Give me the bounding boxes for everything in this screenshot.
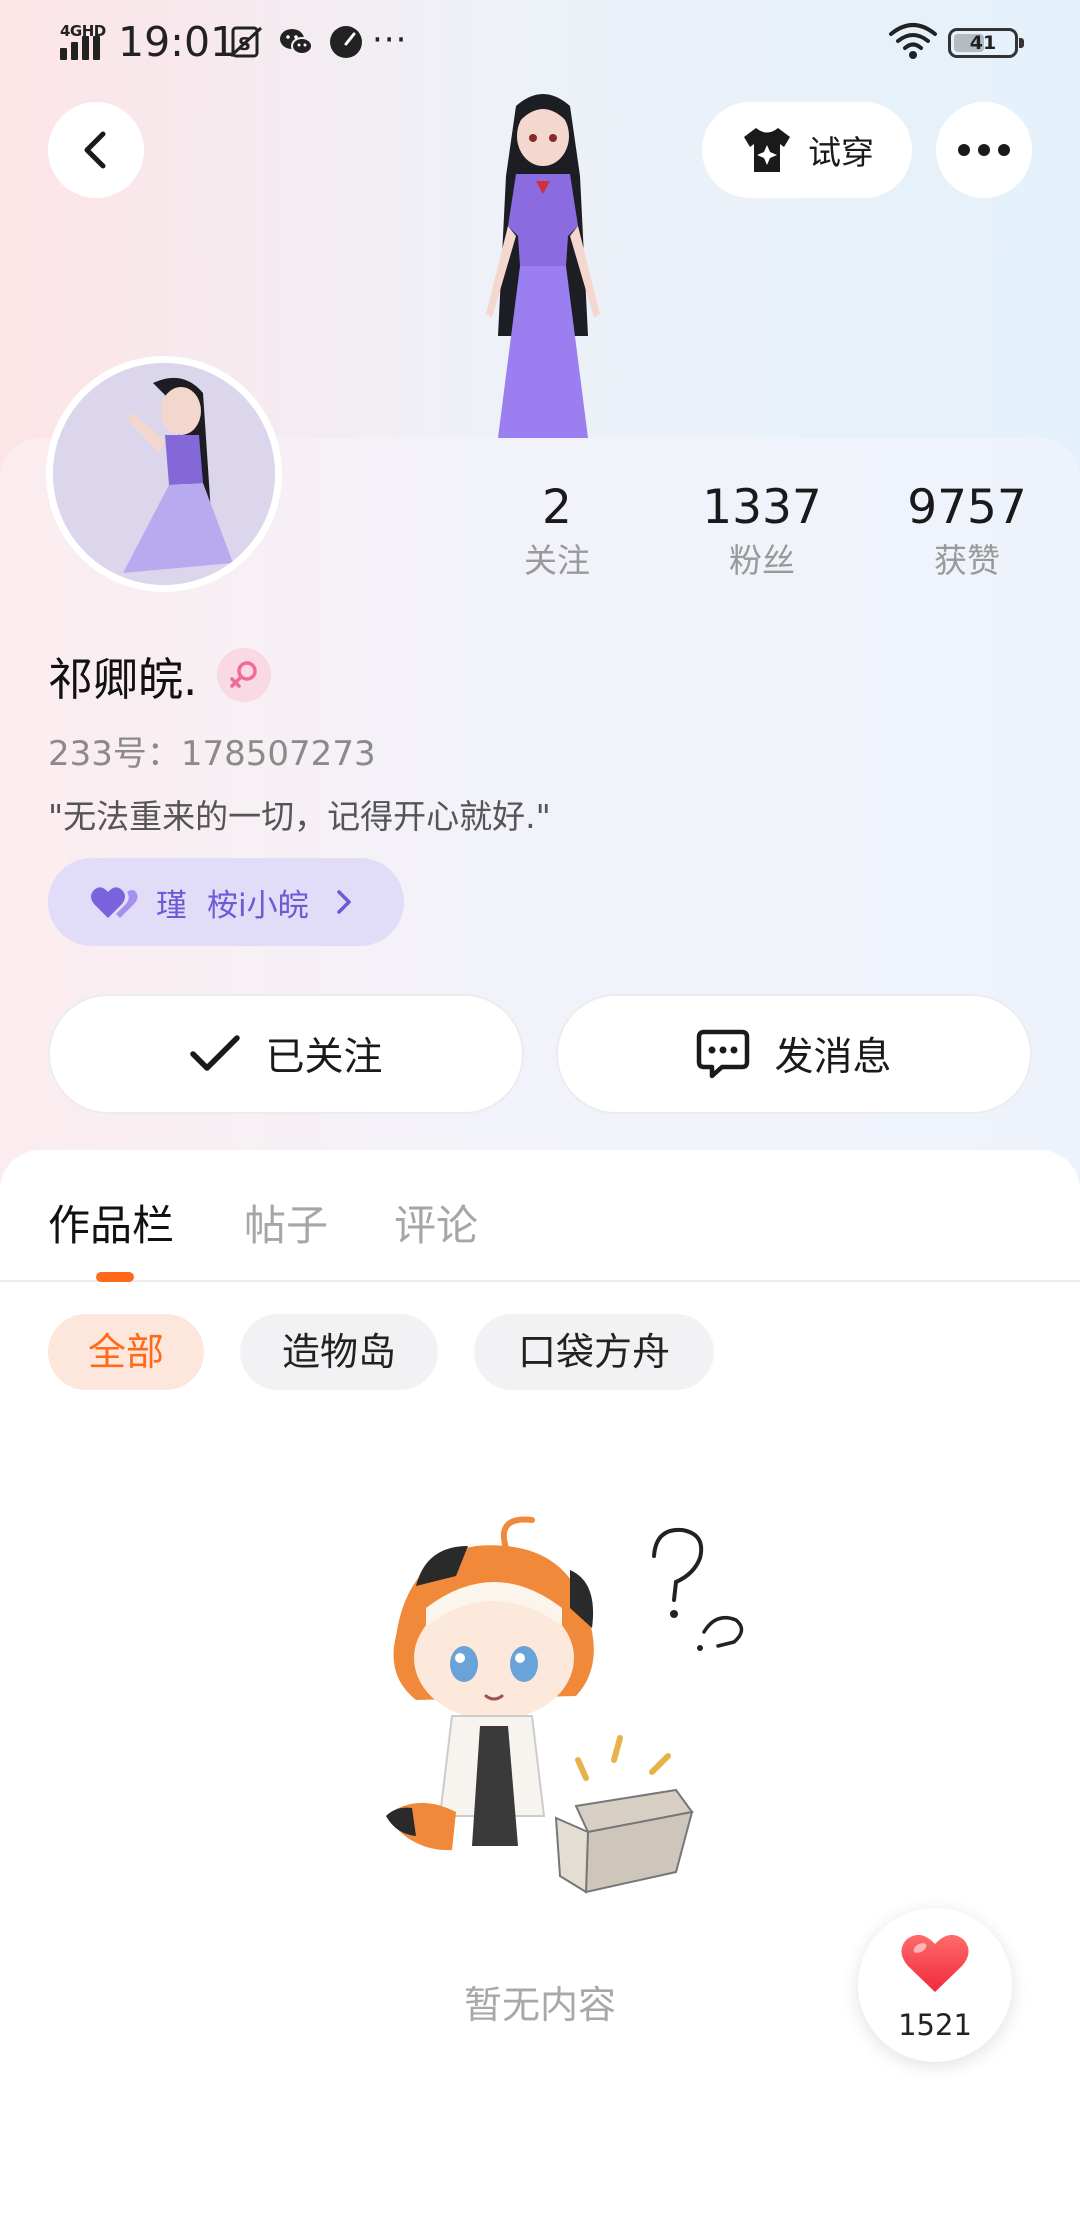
bio: "无法重来的一切，记得开心就好." xyxy=(48,797,551,836)
following-count: 2 xyxy=(542,480,572,535)
couple-name-b: 桉i小皖 xyxy=(207,887,309,924)
female-gender-icon xyxy=(217,648,272,702)
check-icon xyxy=(190,1035,241,1071)
try-on-button[interactable]: 试穿 xyxy=(702,102,912,198)
tab-comments[interactable]: 评论 xyxy=(394,1192,478,1253)
more-dots-icon xyxy=(958,144,970,156)
speedometer-icon xyxy=(330,26,362,58)
user-id: 233号：178507273 xyxy=(48,734,376,774)
active-tab-indicator xyxy=(96,1272,134,1282)
user-avatar[interactable] xyxy=(46,356,282,592)
wechat-icon xyxy=(280,29,313,55)
followers-label: 粉丝 xyxy=(729,541,795,580)
double-heart-icon xyxy=(91,887,138,918)
battery-icon: 41 xyxy=(948,28,1024,58)
more-options-button[interactable] xyxy=(936,102,1032,198)
battery-level: 41 xyxy=(969,32,997,54)
likes-label: 获赞 xyxy=(934,541,1000,580)
followers-count: 1337 xyxy=(702,480,822,535)
filter-all[interactable]: 全部 xyxy=(48,1314,204,1390)
nickname: 祁卿皖. xyxy=(48,652,198,706)
clock: 19:01 xyxy=(118,18,237,66)
following-stat[interactable]: 2 关注 xyxy=(472,478,642,582)
filter-pocket-ark[interactable]: 口袋方舟 xyxy=(474,1314,714,1390)
status-bar: 4GHD 19:01 S ··· xyxy=(0,0,1080,86)
more-notifications-icon: ··· xyxy=(372,20,408,60)
profile-page: 4GHD 19:01 S ··· xyxy=(0,0,1080,2214)
content-tabs: 作品栏 帖子 评论 xyxy=(0,1150,1080,1282)
likes-stat[interactable]: 9757 获赞 xyxy=(882,478,1052,582)
chat-bubble-icon xyxy=(697,1029,750,1079)
followed-label: 已关注 xyxy=(265,1035,383,1080)
followers-stat[interactable]: 1337 粉丝 xyxy=(677,478,847,582)
like-count: 1521 xyxy=(898,2008,972,2042)
couple-badge[interactable]: 瑾 桉i小皖 xyxy=(48,858,404,946)
wifi-icon xyxy=(889,23,937,59)
followed-button[interactable]: 已关注 xyxy=(48,994,524,1114)
following-label: 关注 xyxy=(524,541,590,580)
filter-creation-island[interactable]: 造物岛 xyxy=(240,1314,438,1390)
nickname-row: 祁卿皖. xyxy=(48,644,272,706)
send-message-label: 发消息 xyxy=(774,1035,892,1080)
avatar-image xyxy=(53,363,275,585)
shirt-sparkle-icon xyxy=(744,128,790,172)
try-on-label: 试穿 xyxy=(808,133,874,172)
chevron-right-icon xyxy=(336,890,351,914)
tab-posts[interactable]: 帖子 xyxy=(244,1192,328,1253)
send-message-button[interactable]: 发消息 xyxy=(556,994,1032,1114)
heart-icon xyxy=(901,1934,969,1992)
empty-state-illustration xyxy=(386,1516,744,1894)
cellular-signal-icon: 4GHD xyxy=(58,22,106,60)
sim-off-icon: S xyxy=(229,26,263,58)
like-button[interactable]: 1521 xyxy=(858,1908,1012,2062)
avatar-3d-figure xyxy=(486,94,600,438)
back-button[interactable] xyxy=(48,102,144,198)
chevron-left-icon xyxy=(84,131,106,169)
likes-count: 9757 xyxy=(907,480,1027,535)
tab-works[interactable]: 作品栏 xyxy=(48,1192,174,1253)
couple-name-a: 瑾 xyxy=(156,887,187,924)
